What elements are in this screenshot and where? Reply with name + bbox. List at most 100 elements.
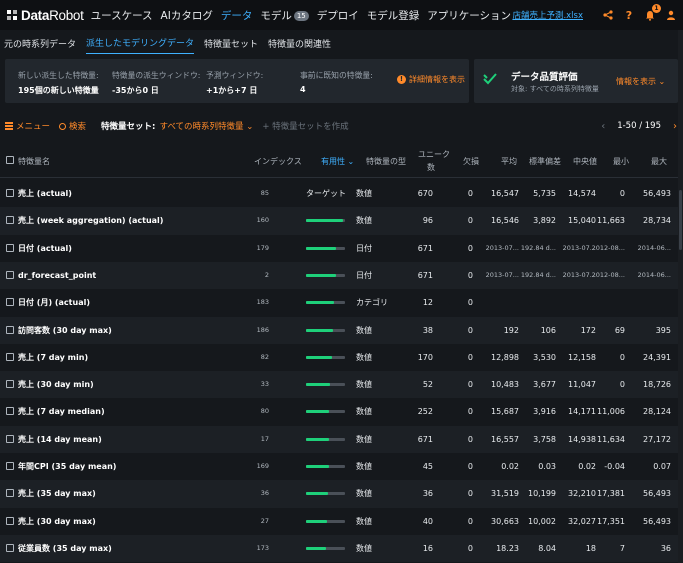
cell-median: 14,938	[568, 434, 596, 444]
plus-icon: +	[262, 122, 270, 132]
feature-name[interactable]: 従業員数 (35 day max)	[18, 535, 112, 562]
next-page-icon[interactable]: ›	[673, 121, 677, 132]
row-checkbox[interactable]	[6, 317, 14, 344]
feature-name[interactable]: 日付 (actual)	[18, 235, 72, 262]
row-checkbox[interactable]	[6, 262, 14, 289]
table-row[interactable]: 売上 (35 day max) 36 数値 36 0 31,519 10,199 32,210…	[0, 480, 678, 508]
header-unique-line2[interactable]: 数	[427, 162, 435, 173]
show-info-dropdown[interactable]: 情報を表示 ⌄	[616, 76, 665, 87]
feature-name[interactable]: dr_forecast_point	[18, 262, 96, 289]
header-max[interactable]: 最大	[651, 156, 667, 167]
vertical-scrollbar[interactable]	[678, 30, 683, 563]
header-mean[interactable]: 平均	[501, 156, 517, 167]
feature-name[interactable]: 訪問客数 (30 day max)	[18, 317, 112, 344]
cell-max: 28,734	[643, 216, 671, 226]
table-row[interactable]: 従業員数 (35 day max) 173 数値 16 0 18.23 8.04 18 7 36	[0, 534, 678, 563]
feature-name[interactable]: 売上 (7 day min)	[18, 344, 88, 371]
cell-min: 0	[619, 352, 625, 362]
cell-unique: 671	[417, 434, 433, 444]
header-index[interactable]: インデックス	[254, 156, 302, 167]
header-min[interactable]: 最小	[613, 156, 629, 167]
nav-item[interactable]: デプロイ	[317, 8, 359, 23]
subnav-tab[interactable]: 派生したモデリングデータ	[86, 32, 195, 54]
row-checkbox[interactable]	[6, 508, 14, 535]
feature-name[interactable]: 日付 (月) (actual)	[18, 289, 90, 316]
subnav-tab[interactable]: 元の時系列データ	[4, 33, 76, 54]
row-checkbox[interactable]	[6, 289, 14, 316]
row-checkbox[interactable]	[6, 453, 14, 480]
cell-median: 12,158	[568, 352, 596, 362]
table-row[interactable]: 売上 (7 day median) 80 数値 252 0 15,687 3,916 14,1…	[0, 398, 678, 425]
nav-item[interactable]: アプリケーション	[427, 8, 511, 23]
header-var-type[interactable]: 特徴量の型	[366, 156, 406, 167]
create-featureset-button[interactable]: + 特徴量セットを作成	[262, 120, 348, 132]
importance-bar	[306, 273, 345, 277]
table-row[interactable]: 売上 (30 day min) 33 数値 52 0 10,483 3,677 11,047 0…	[0, 371, 678, 399]
datarobot-logo[interactable]: DataRobot	[6, 8, 84, 23]
nav-item[interactable]: モデル 15	[260, 8, 309, 23]
feature-name[interactable]: 売上 (30 day max)	[18, 508, 96, 535]
nav-item[interactable]: ユースケース	[91, 8, 153, 23]
nav-item[interactable]: モデル登録	[367, 8, 420, 23]
row-checkbox[interactable]	[6, 207, 14, 234]
menu-button[interactable]: メニュー	[5, 120, 50, 132]
row-checkbox[interactable]	[6, 426, 14, 453]
scrollbar-thumb[interactable]	[679, 190, 682, 250]
feature-name[interactable]: 売上 (14 day mean)	[18, 426, 102, 453]
header-feature-name[interactable]: 特徴量名	[18, 156, 50, 167]
cell-index: 169	[256, 462, 269, 470]
table-row[interactable]: 売上 (actual) ターゲット 85 数値 670 0 16,547 5,735 14,57…	[0, 180, 678, 207]
cell-std: 5,735	[533, 189, 556, 198]
chevron-down-icon: ⌄	[246, 122, 254, 132]
subnav-tab[interactable]: 特徴量セット	[204, 33, 258, 54]
nav-item[interactable]: AIカタログ	[161, 8, 213, 23]
table-row[interactable]: 日付 (月) (actual) 183 カテゴリ 12 0	[0, 289, 678, 316]
user-icon[interactable]	[665, 9, 677, 21]
row-checkbox[interactable]	[6, 371, 14, 398]
table-row[interactable]: 売上 (7 day min) 82 数値 170 0 12,898 3,530 12,158 0…	[0, 344, 678, 371]
top-right-actions: 店舗売上予測.xlsx ? 1	[512, 0, 677, 30]
search-button[interactable]: 検索	[59, 120, 86, 132]
data-quality-subtitle: 対象: すべての時系列特徴量	[511, 85, 599, 93]
help-icon[interactable]: ?	[623, 9, 635, 22]
feature-name[interactable]: 売上 (actual)	[18, 180, 72, 207]
header-std[interactable]: 標準偏差	[529, 156, 561, 167]
header-unique-line1[interactable]: ユニーク	[418, 149, 450, 160]
row-checkbox[interactable]	[6, 344, 14, 371]
feature-name[interactable]: 売上 (7 day median)	[18, 398, 105, 425]
row-checkbox[interactable]	[6, 480, 14, 507]
feature-name[interactable]: 年間CPI (35 day mean)	[18, 453, 116, 480]
row-checkbox[interactable]	[6, 235, 14, 262]
header-importance[interactable]: 有用性 ⌄	[321, 156, 354, 167]
table-row[interactable]: 訪問客数 (30 day max) 186 数値 38 0 192 106 172 69 395	[0, 316, 678, 344]
cell-max: 56,493	[643, 516, 671, 526]
bell-icon[interactable]: 1	[644, 4, 661, 21]
row-checkbox[interactable]	[6, 180, 14, 207]
row-checkbox[interactable]	[6, 398, 14, 425]
feature-name[interactable]: 売上 (35 day max)	[18, 480, 96, 507]
subnav-tab[interactable]: 特徴量の関連性	[268, 33, 331, 54]
share-icon[interactable]	[602, 9, 614, 21]
cell-std: 0.03	[538, 462, 556, 471]
importance-bar	[306, 519, 345, 523]
file-name-link[interactable]: 店舗売上予測.xlsx	[512, 9, 583, 21]
cell-missing: 0	[467, 489, 473, 499]
previous-page-icon[interactable]: ‹	[601, 121, 605, 132]
table-row[interactable]: 日付 (actual) 179 日付 671 0 2013-07... 192.84 d..…	[0, 235, 678, 262]
cell-min: 0	[619, 189, 625, 198]
featureset-dropdown[interactable]: すべての時系列特徴量 ⌄	[159, 120, 253, 132]
nav-item[interactable]: データ	[221, 8, 253, 23]
header-median[interactable]: 中央値	[573, 156, 597, 167]
row-checkbox[interactable]	[6, 535, 14, 562]
feature-name[interactable]: 売上 (week aggregation) (actual)	[18, 207, 163, 234]
table-row[interactable]: 売上 (14 day mean) 17 数値 671 0 16,557 3,758 14,93…	[0, 425, 678, 453]
header-missing[interactable]: 欠損	[463, 156, 479, 167]
table-row[interactable]: 年間CPI (35 day mean) 169 数値 45 0 0.02 0.03 0.02-…	[0, 453, 678, 480]
table-row[interactable]: 売上 (week aggregation) (actual) 160 数値 96 0 16…	[0, 207, 678, 235]
table-row[interactable]: 売上 (30 day max) 27 数値 40 0 30,663 10,002 32,027…	[0, 508, 678, 535]
show-details-link[interactable]: ! 詳細情報を表示	[397, 74, 465, 85]
feature-name[interactable]: 売上 (30 day min)	[18, 371, 94, 398]
select-all-checkbox[interactable]	[6, 156, 14, 165]
table-row[interactable]: dr_forecast_point 2 日付 671 0 2013-07... 192.84…	[0, 261, 678, 290]
importance-bar	[306, 410, 345, 414]
